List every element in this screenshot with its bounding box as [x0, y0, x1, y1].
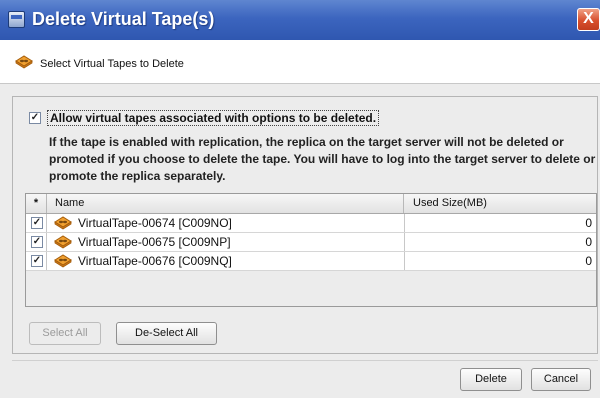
column-header-used-size[interactable]: Used Size(MB)	[405, 194, 595, 213]
header-band: Select Virtual Tapes to Delete	[0, 40, 600, 84]
window-icon	[8, 11, 25, 28]
close-button[interactable]: X	[577, 8, 600, 31]
delete-virtual-tapes-dialog: Delete Virtual Tape(s) X Select Virtual …	[0, 0, 600, 398]
tape-name: VirtualTape-00676 [C009NQ]	[78, 254, 232, 268]
cancel-button[interactable]: Cancel	[531, 368, 591, 391]
replication-info-text: If the tape is enabled with replication,…	[49, 135, 596, 183]
tape-name: VirtualTape-00675 [C009NP]	[78, 235, 231, 249]
tape-icon	[54, 216, 72, 230]
virtual-tapes-table: * Name Used Size(MB) ✓ VirtualTape-00674…	[25, 193, 597, 307]
tape-used-size: 0	[585, 235, 592, 249]
tape-icon	[54, 235, 72, 249]
tape-name: VirtualTape-00674 [C009NO]	[78, 216, 232, 230]
window-title: Delete Virtual Tape(s)	[32, 9, 215, 29]
select-all-button[interactable]: Select All	[29, 322, 101, 345]
content-panel: ✓ Allow virtual tapes associated with op…	[12, 96, 598, 354]
table-row[interactable]: ✓ VirtualTape-00676 [C009NQ] 0	[26, 252, 596, 271]
deselect-all-button[interactable]: De-Select All	[116, 322, 217, 345]
allow-delete-label[interactable]: Allow virtual tapes associated with opti…	[47, 110, 380, 126]
delete-button[interactable]: Delete	[460, 368, 522, 391]
header-text: Select Virtual Tapes to Delete	[40, 58, 184, 70]
tape-used-size: 0	[585, 216, 592, 230]
tape-icon	[15, 55, 33, 69]
footer-divider	[12, 360, 598, 361]
table-header: * Name Used Size(MB)	[26, 194, 596, 214]
row-checkbox[interactable]: ✓	[31, 236, 43, 248]
table-row[interactable]: ✓ VirtualTape-00675 [C009NP] 0	[26, 233, 596, 252]
column-header-select[interactable]: *	[26, 194, 47, 213]
title-bar[interactable]: Delete Virtual Tape(s) X	[0, 0, 600, 40]
column-header-name[interactable]: Name	[47, 194, 404, 213]
allow-delete-checkbox[interactable]: ✓	[29, 112, 41, 124]
tape-icon	[54, 254, 72, 268]
table-row[interactable]: ✓ VirtualTape-00674 [C009NO] 0	[26, 214, 596, 233]
row-checkbox[interactable]: ✓	[31, 217, 43, 229]
tape-used-size: 0	[585, 254, 592, 268]
row-checkbox[interactable]: ✓	[31, 255, 43, 267]
